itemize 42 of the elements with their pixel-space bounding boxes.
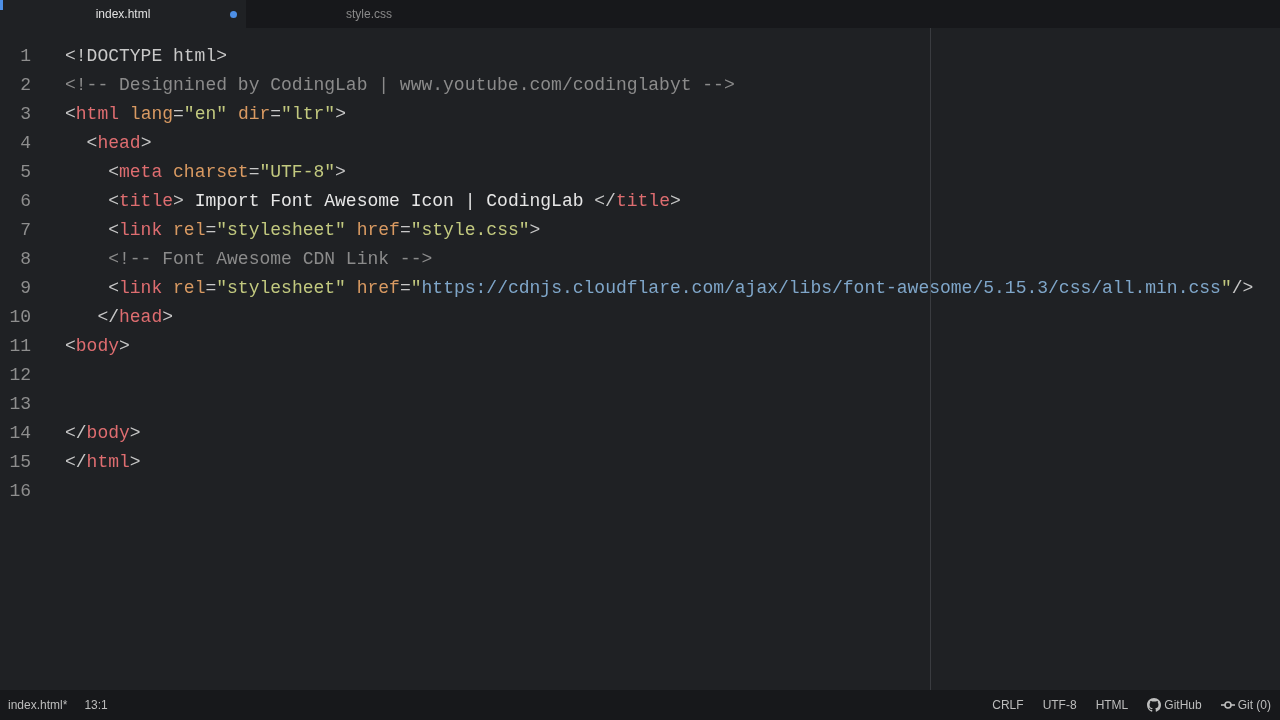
line-number: 5 xyxy=(19,161,31,184)
line-number: 4 xyxy=(19,132,31,155)
code-line: <title> Import Font Awesome Icon | CodingLab </title> xyxy=(107,190,681,213)
github-icon xyxy=(1147,698,1162,712)
file-name: index.html* xyxy=(8,697,68,714)
editor-tab[interactable]: index.html xyxy=(0,0,246,28)
code-line: <link rel="stylesheet" href="https://cdnjs.cloudflare.com/ajax/libs/font-awesome/5.15.3/css/all.min.css"/> xyxy=(107,277,1254,300)
code-line: </head> xyxy=(96,306,174,329)
line-number: 16 xyxy=(8,480,31,503)
line-number: 8 xyxy=(19,248,31,271)
code-line: </html> xyxy=(65,451,141,474)
tab-label: style.css xyxy=(346,6,392,23)
line-number: 15 xyxy=(8,451,31,474)
code-line: <!-- Designined by CodingLab | www.youtube.com/codinglabyt --> xyxy=(65,74,735,97)
tab-label: index.html xyxy=(95,6,151,23)
line-number: 12 xyxy=(8,364,31,387)
line-number: 6 xyxy=(19,190,31,213)
code-line: <html lang="en" dir="ltr"> xyxy=(65,103,346,126)
github-button[interactable]: GitHub xyxy=(1147,696,1202,714)
line-number: 10 xyxy=(8,306,31,329)
commit-icon xyxy=(1220,700,1235,710)
line-number: 13 xyxy=(8,393,31,416)
status-item[interactable]: CRLF xyxy=(992,696,1024,714)
code-line: <!-- Font Awesome CDN Link --> xyxy=(107,248,433,271)
line-number: 1 xyxy=(19,45,31,68)
git-button[interactable]: Git (0) xyxy=(1220,696,1271,714)
line-number: 9 xyxy=(19,277,31,300)
status-item[interactable]: HTML xyxy=(1095,696,1129,714)
active-tab-indicator xyxy=(0,0,3,10)
line-number: 3 xyxy=(19,103,31,126)
code-line: <meta charset="UTF-8"> xyxy=(107,161,346,184)
code-line: <link rel="stylesheet" href="style.css"> xyxy=(107,219,541,242)
code-line: <body> xyxy=(65,335,130,358)
code-line: </body> xyxy=(65,422,141,445)
line-number: 14 xyxy=(8,422,31,445)
code-line: <head> xyxy=(85,132,152,155)
status-item[interactable]: UTF-8 xyxy=(1042,696,1077,714)
cursor-position: 13:1 xyxy=(84,697,108,714)
code-line: <!DOCTYPE html> xyxy=(65,45,228,68)
line-number: 2 xyxy=(19,74,31,97)
line-number: 7 xyxy=(19,219,31,242)
line-number: 11 xyxy=(8,335,31,358)
